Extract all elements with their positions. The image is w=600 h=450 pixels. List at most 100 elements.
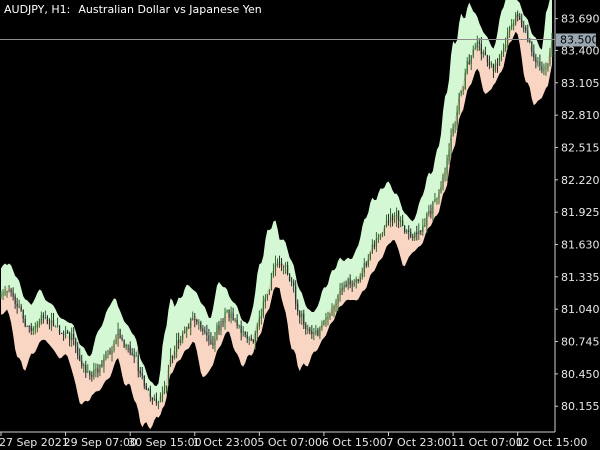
candle-body bbox=[484, 52, 486, 56]
candle-body bbox=[333, 306, 335, 311]
candle bbox=[190, 317, 192, 336]
candle-body bbox=[547, 64, 549, 69]
candle bbox=[287, 261, 289, 276]
candle bbox=[252, 339, 254, 344]
candle bbox=[218, 320, 220, 335]
candle bbox=[325, 312, 327, 327]
candle-body bbox=[240, 325, 242, 333]
candle-body bbox=[337, 294, 339, 304]
candle bbox=[347, 277, 349, 290]
candle bbox=[137, 348, 139, 378]
candle-body bbox=[81, 360, 83, 366]
candle bbox=[295, 280, 297, 310]
candle-body bbox=[274, 262, 277, 271]
candle bbox=[208, 328, 210, 346]
candle bbox=[547, 62, 549, 72]
candle-body bbox=[430, 210, 432, 215]
candle bbox=[438, 189, 440, 205]
candle bbox=[519, 12, 521, 21]
candle-body bbox=[135, 355, 137, 357]
candle bbox=[143, 375, 145, 390]
candle-body bbox=[543, 68, 545, 70]
candle-body bbox=[200, 322, 202, 329]
candle bbox=[525, 24, 527, 34]
candle bbox=[494, 59, 497, 73]
candle-body bbox=[355, 279, 357, 283]
candle bbox=[335, 298, 337, 313]
candle-body bbox=[151, 397, 153, 401]
candle bbox=[87, 364, 89, 373]
candle-body bbox=[178, 340, 180, 343]
candle bbox=[131, 348, 133, 356]
candle bbox=[36, 320, 38, 333]
candle bbox=[192, 311, 194, 321]
candle-body bbox=[412, 236, 414, 238]
candle-body bbox=[22, 309, 24, 319]
candle bbox=[30, 323, 32, 335]
candle-body bbox=[107, 351, 109, 353]
candle-body bbox=[139, 371, 141, 374]
candle bbox=[274, 255, 277, 277]
candle-body bbox=[416, 232, 418, 235]
candle-body bbox=[301, 313, 303, 318]
candle-body bbox=[222, 321, 224, 323]
candle bbox=[371, 239, 373, 254]
candle-body bbox=[268, 290, 271, 295]
candle-body bbox=[129, 345, 131, 354]
candle-body bbox=[262, 301, 264, 317]
candle-body bbox=[254, 333, 256, 343]
candle-body bbox=[539, 61, 541, 66]
candle bbox=[333, 304, 335, 318]
candle-body bbox=[470, 55, 472, 64]
candle bbox=[121, 334, 123, 342]
candle-body bbox=[165, 385, 168, 389]
candle bbox=[278, 255, 281, 269]
candle bbox=[133, 348, 135, 364]
candle bbox=[46, 315, 49, 325]
candle-body bbox=[369, 253, 371, 260]
candle-body bbox=[206, 332, 208, 336]
candle-body bbox=[171, 355, 174, 358]
candle bbox=[331, 303, 333, 317]
candle bbox=[418, 223, 420, 240]
candle-body bbox=[325, 317, 327, 321]
candle-body bbox=[62, 333, 65, 335]
candle bbox=[375, 232, 377, 252]
candle bbox=[262, 295, 264, 319]
candle bbox=[313, 327, 315, 341]
candle bbox=[272, 263, 275, 278]
candle-body bbox=[339, 288, 341, 295]
candle-body bbox=[450, 134, 452, 150]
candle bbox=[56, 317, 59, 328]
candle bbox=[383, 225, 386, 237]
candle-body bbox=[303, 313, 305, 325]
candle-body bbox=[276, 262, 279, 264]
candle bbox=[216, 322, 218, 341]
candle bbox=[502, 43, 505, 57]
candle-body bbox=[462, 88, 464, 91]
candle bbox=[321, 320, 323, 331]
candle-body bbox=[0, 293, 2, 295]
candle bbox=[448, 143, 450, 165]
candle-body bbox=[101, 365, 103, 367]
candle bbox=[12, 287, 14, 301]
candle bbox=[97, 363, 99, 378]
candle-body bbox=[317, 330, 319, 336]
candle-body bbox=[115, 339, 117, 345]
candle bbox=[351, 280, 353, 292]
candle bbox=[361, 267, 363, 280]
candle bbox=[426, 211, 428, 233]
candle bbox=[71, 327, 73, 347]
candle-body bbox=[105, 351, 107, 359]
candle bbox=[303, 309, 305, 330]
candle bbox=[309, 326, 311, 335]
candle bbox=[341, 282, 343, 296]
candle bbox=[75, 337, 77, 354]
candle-body bbox=[194, 318, 196, 321]
candle bbox=[194, 313, 196, 328]
candle-body bbox=[385, 220, 388, 227]
y-tick-label: 81.630 bbox=[561, 239, 600, 252]
candle bbox=[109, 347, 111, 355]
candle-body bbox=[402, 220, 404, 227]
candle-body bbox=[173, 351, 176, 358]
